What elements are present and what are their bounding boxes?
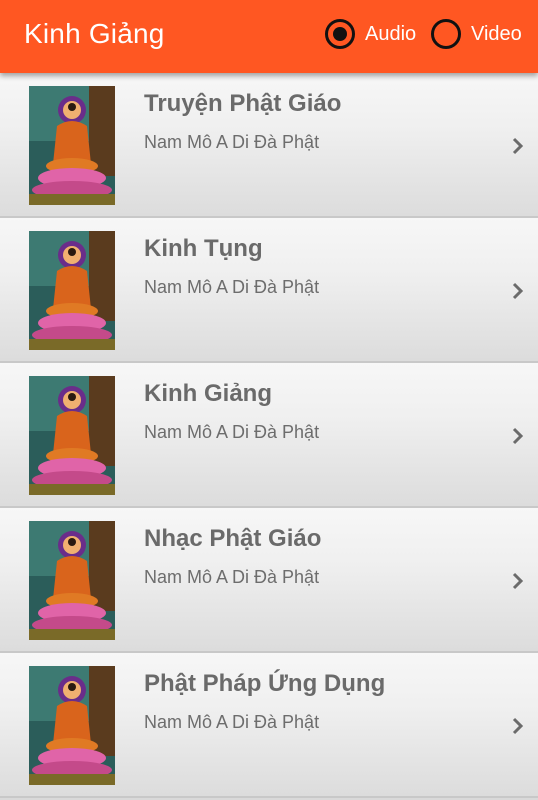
list-item-title: Kinh Tụng — [144, 235, 263, 262]
app-bar: Kinh Giảng Audio Video — [0, 0, 538, 73]
list-item[interactable]: Phật Pháp Ứng Dụng Nam Mô A Di Đà Phật — [0, 653, 538, 798]
video-radio-label[interactable]: Video — [471, 23, 522, 46]
list-item-subtitle: Nam Mô A Di Đà Phật — [144, 132, 320, 152]
buddha-image — [29, 666, 115, 785]
audio-radio-button[interactable] — [325, 19, 355, 49]
app-title: Kinh Giảng — [24, 18, 165, 49]
chevron-right-icon — [512, 427, 524, 445]
chevron-right-icon — [512, 572, 524, 590]
list-item[interactable]: Kinh Tụng Nam Mô A Di Đà Phật — [0, 218, 538, 363]
list-item-title: Truyện Phật Giáo — [144, 90, 342, 117]
list-item[interactable]: Kinh Giảng Nam Mô A Di Đà Phật — [0, 363, 538, 508]
list-item-title: Nhạc Phật Giáo — [144, 525, 322, 552]
list-item-title: Kinh Giảng — [144, 380, 272, 407]
list-item-subtitle: Nam Mô A Di Đà Phật — [144, 567, 320, 587]
list-item-subtitle: Nam Mô A Di Đà Phật — [144, 277, 320, 297]
video-radio-option[interactable]: Video — [431, 18, 522, 50]
list-item-subtitle: Nam Mô A Di Đà Phật — [144, 422, 320, 442]
buddha-image — [29, 521, 115, 640]
chevron-right-icon — [512, 137, 524, 155]
chevron-right-icon — [512, 282, 524, 300]
chevron-right-icon — [512, 717, 524, 735]
category-list: Truyện Phật Giáo Nam Mô A Di Đà Phật Kin… — [0, 73, 538, 798]
buddha-image — [29, 231, 115, 350]
video-radio-button[interactable] — [431, 19, 461, 49]
list-item-subtitle: Nam Mô A Di Đà Phật — [144, 712, 320, 732]
list-item-title: Phật Pháp Ứng Dụng — [144, 670, 386, 697]
buddha-image — [29, 376, 115, 495]
list-item[interactable]: Nhạc Phật Giáo Nam Mô A Di Đà Phật — [0, 508, 538, 653]
audio-radio-option[interactable]: Audio — [325, 18, 416, 50]
list-item[interactable]: Truyện Phật Giáo Nam Mô A Di Đà Phật — [0, 73, 538, 218]
buddha-image — [29, 86, 115, 205]
audio-radio-label[interactable]: Audio — [365, 23, 416, 46]
